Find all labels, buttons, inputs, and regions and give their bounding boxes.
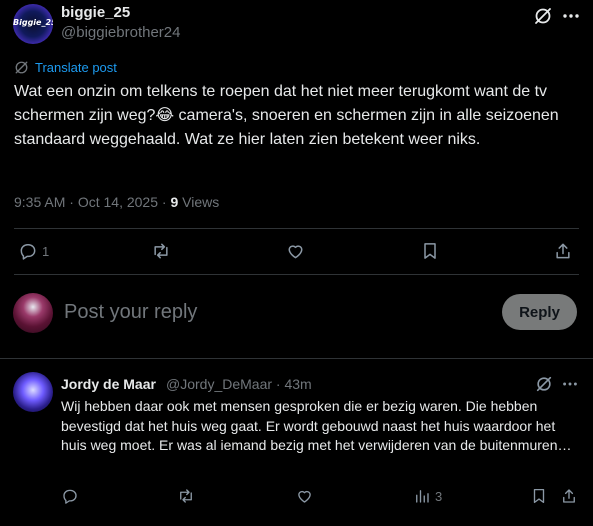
more-icon[interactable] bbox=[561, 375, 579, 393]
reply-views-count: 3 bbox=[435, 488, 443, 504]
bookmark-icon bbox=[530, 487, 548, 505]
reply-like-button[interactable] bbox=[295, 487, 314, 505]
like-icon bbox=[285, 241, 306, 261]
post-meta: 9:35 AM · Oct 14, 2025 · 9 Views bbox=[14, 194, 219, 210]
repost-button[interactable] bbox=[150, 241, 172, 261]
reply-submit-button[interactable]: Reply bbox=[502, 294, 577, 330]
share-button[interactable] bbox=[553, 241, 573, 261]
translate-icon bbox=[14, 60, 29, 75]
reply-bookmark-button[interactable] bbox=[530, 487, 548, 505]
post-text: Wat een onzin om telkens te roepen dat h… bbox=[14, 83, 559, 148]
reply-views[interactable]: 3 bbox=[413, 487, 442, 505]
grok-icon[interactable] bbox=[535, 375, 553, 393]
like-icon bbox=[295, 487, 314, 505]
reply-author-name[interactable]: Jordy de Maar bbox=[61, 376, 156, 392]
reply-author-avatar[interactable] bbox=[13, 372, 53, 412]
views-label: Views bbox=[182, 194, 220, 210]
grok-icon[interactable] bbox=[533, 6, 553, 26]
translate-label: Translate post bbox=[35, 60, 117, 75]
views-count: 9 bbox=[170, 194, 179, 210]
more-icon[interactable] bbox=[561, 6, 581, 26]
reply-button[interactable]: 1 bbox=[18, 241, 49, 261]
divider bbox=[14, 274, 579, 275]
current-user-avatar[interactable] bbox=[13, 293, 53, 333]
divider bbox=[14, 228, 579, 229]
meta-separator: · bbox=[158, 194, 171, 210]
bookmark-button[interactable] bbox=[420, 241, 440, 261]
reply-share-button[interactable] bbox=[560, 487, 578, 505]
repost-icon bbox=[176, 487, 196, 505]
author-display-name[interactable]: biggie_25 bbox=[61, 4, 130, 21]
reply-time[interactable]: · 43m bbox=[276, 376, 312, 392]
like-button[interactable] bbox=[285, 241, 306, 261]
meta-separator: · bbox=[65, 194, 78, 210]
reply-icon bbox=[18, 241, 38, 261]
share-icon bbox=[560, 487, 578, 505]
avatar-logo-text: Biggie_25 bbox=[13, 18, 53, 27]
divider bbox=[0, 358, 593, 359]
post-date[interactable]: Oct 14, 2025 bbox=[78, 194, 158, 210]
views-icon bbox=[413, 487, 431, 505]
post-time[interactable]: 9:35 AM bbox=[14, 194, 65, 210]
bookmark-icon bbox=[420, 241, 440, 261]
reply-author-handle-time: @Jordy_DeMaar · 43m bbox=[166, 376, 312, 392]
reply-author-handle[interactable]: @Jordy_DeMaar bbox=[166, 376, 272, 392]
reply-input[interactable]: Post your reply bbox=[64, 301, 197, 324]
repost-icon bbox=[150, 241, 172, 261]
reply-icon bbox=[61, 487, 79, 505]
author-handle[interactable]: @biggiebrother24 bbox=[61, 24, 180, 41]
reply-repost-button[interactable] bbox=[176, 487, 196, 505]
share-icon bbox=[553, 241, 573, 261]
author-avatar[interactable]: Biggie_25 bbox=[13, 4, 53, 44]
reply-text: Wij hebben daar ook met mensen gesproken… bbox=[61, 398, 572, 453]
reply-reply-button[interactable] bbox=[61, 487, 79, 505]
translate-post-link[interactable]: Translate post bbox=[14, 60, 117, 75]
reply-count: 1 bbox=[42, 243, 50, 259]
